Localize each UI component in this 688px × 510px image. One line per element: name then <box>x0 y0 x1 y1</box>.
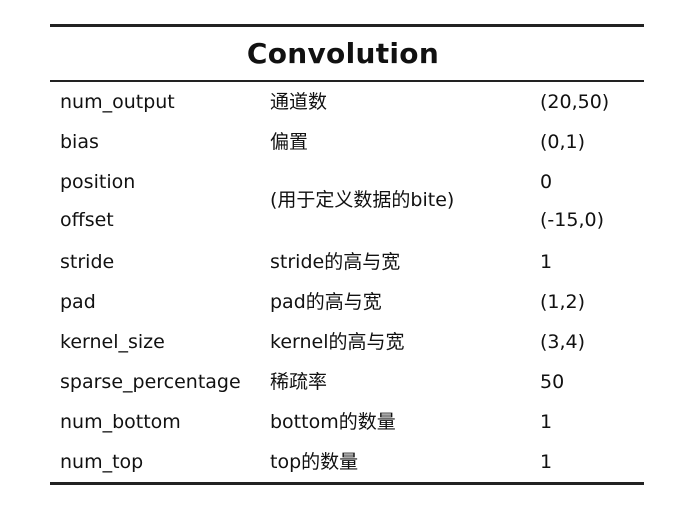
param-description: 偏置 <box>270 131 309 153</box>
table-row: stride stride的高与宽 1 <box>50 244 644 280</box>
param-name: bias <box>60 131 99 153</box>
param-name: position <box>60 171 136 193</box>
param-name: num_top <box>60 451 144 473</box>
table-row: pad pad的高与宽 (1,2) <box>50 284 644 320</box>
param-value: (1,2) <box>540 291 586 313</box>
param-description: 通道数 <box>270 91 328 113</box>
param-name: num_output <box>60 91 175 113</box>
param-value: 1 <box>540 251 553 273</box>
table-row: num_bottom bottom的数量 1 <box>50 404 644 440</box>
param-value: (3,4) <box>540 331 586 353</box>
bottom-rule <box>50 482 644 485</box>
param-value: (0,1) <box>540 131 586 153</box>
param-value: 50 <box>540 371 565 393</box>
table-row: sparse_percentage 稀疏率 50 <box>50 364 644 400</box>
param-description: pad的高与宽 <box>270 291 382 313</box>
convolution-table: Convolution num_output 通道数 (20,50) bias … <box>50 24 644 485</box>
param-name: kernel_size <box>60 331 165 353</box>
param-value: (-15,0) <box>540 209 604 231</box>
param-name: pad <box>60 291 96 313</box>
title-row: Convolution <box>50 27 644 80</box>
param-value: 1 <box>540 411 553 433</box>
param-description: stride的高与宽 <box>270 251 401 273</box>
param-name: num_bottom <box>60 411 181 433</box>
param-name: stride <box>60 251 115 273</box>
param-value: 0 <box>540 171 553 193</box>
param-name: offset <box>60 209 114 231</box>
param-name: sparse_percentage <box>60 371 241 393</box>
param-value: 1 <box>540 451 553 473</box>
merged-description: (用于定义数据的bite) <box>270 189 455 211</box>
table-row: bias 偏置 (0,1) <box>50 124 644 160</box>
param-description: top的数量 <box>270 451 359 473</box>
table-row: num_output 通道数 (20,50) <box>50 84 644 120</box>
table-row: num_top top的数量 1 <box>50 444 644 480</box>
table-row: kernel_size kernel的高与宽 (3,4) <box>50 324 644 360</box>
table-body: num_output 通道数 (20,50) bias 偏置 (0,1) pos… <box>50 82 644 482</box>
param-value: (20,50) <box>540 91 610 113</box>
param-description: kernel的高与宽 <box>270 331 405 353</box>
param-description: bottom的数量 <box>270 411 396 433</box>
table-title: Convolution <box>246 37 440 70</box>
param-description: 稀疏率 <box>270 371 328 393</box>
